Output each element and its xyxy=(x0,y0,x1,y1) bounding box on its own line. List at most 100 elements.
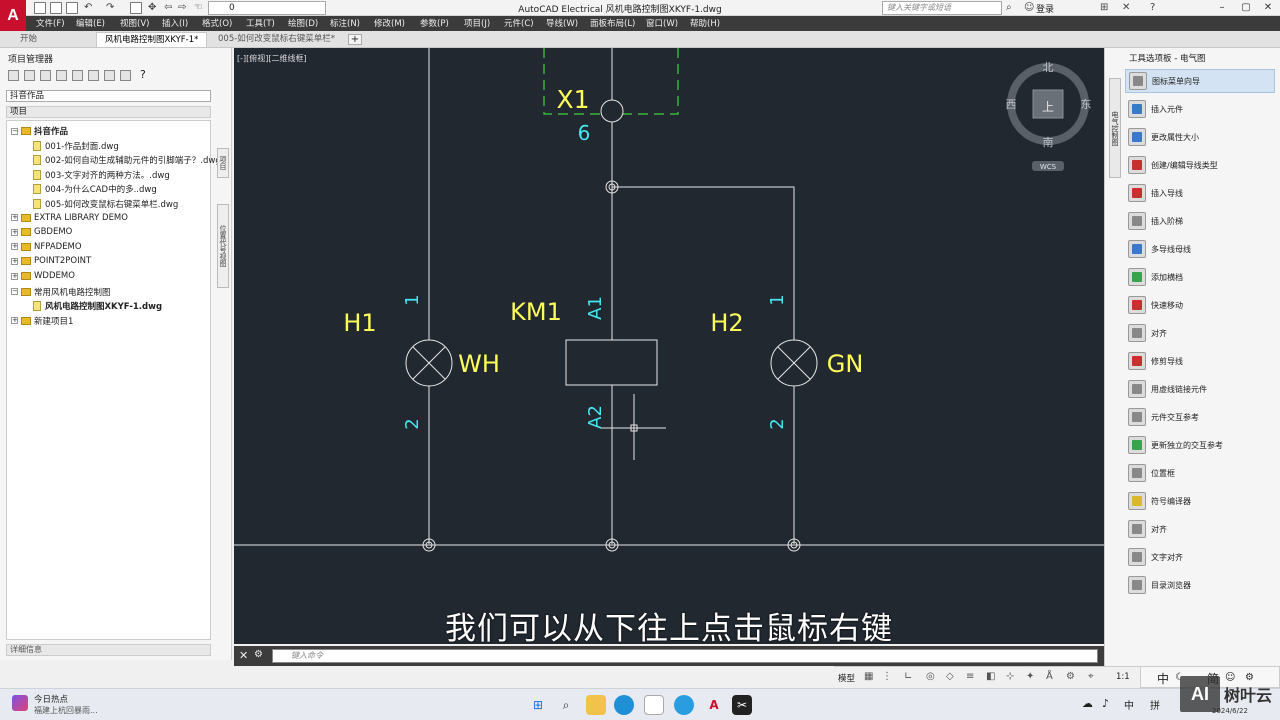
search-input[interactable]: 键入关键字或短语 xyxy=(882,1,1002,15)
palette-item[interactable]: 位置框 xyxy=(1125,461,1275,485)
schematic-drawing[interactable]: X1 6 H1 1 2 WH KM1 A1 A2 H2 1 2 GN 上 北 南… xyxy=(234,48,1104,644)
help-icon[interactable]: ? xyxy=(1150,2,1155,13)
print-icon[interactable] xyxy=(130,2,142,14)
selection-icon[interactable]: ⊹ xyxy=(1006,671,1014,682)
minimize-icon[interactable]: – xyxy=(1210,0,1234,16)
expand-icon[interactable]: + xyxy=(11,228,18,236)
new-file-icon[interactable] xyxy=(34,2,46,14)
palette-side-tab[interactable]: 电气控制图 xyxy=(1109,78,1121,178)
palette-item[interactable]: 符号编译器 xyxy=(1125,489,1275,513)
tray-ime[interactable]: 中 xyxy=(1124,697,1134,712)
project-select[interactable]: 抖音作品 xyxy=(6,90,211,102)
layer-dropdown[interactable]: 0 xyxy=(208,1,326,15)
capcut-icon[interactable]: ✂ xyxy=(732,695,752,715)
tree-item[interactable]: + POINT2POINT xyxy=(11,256,91,266)
news-subtitle[interactable]: 福建上杭回暴雨... xyxy=(34,705,98,716)
osnap-icon[interactable]: ◇ xyxy=(946,671,954,682)
edge-icon[interactable] xyxy=(614,695,634,715)
report-icon[interactable] xyxy=(104,70,115,81)
login-button[interactable]: 登录 xyxy=(1036,2,1054,15)
undo-icon[interactable]: ↶ xyxy=(84,2,92,13)
exchange-icon[interactable]: ✕ xyxy=(1122,2,1130,13)
side-tab-project[interactable]: 项目 xyxy=(217,148,229,178)
palette-item[interactable]: 目录浏览器 xyxy=(1125,573,1275,597)
hand-icon[interactable]: ☜ xyxy=(194,2,203,13)
model-tab[interactable]: 模型 xyxy=(838,672,855,684)
snap-icon[interactable]: ⋮ xyxy=(882,671,892,682)
cart-icon[interactable]: ⊞ xyxy=(1100,2,1108,13)
new-drawing-icon[interactable] xyxy=(40,70,51,81)
new-project-icon[interactable] xyxy=(24,70,35,81)
autocad-taskbar-icon[interactable]: A xyxy=(704,695,724,715)
menu-item-14[interactable]: 窗口(W) xyxy=(646,17,678,29)
annotation-scale-icon[interactable]: ⌖ xyxy=(1088,671,1094,682)
open-file-icon[interactable] xyxy=(50,2,62,14)
app-logo[interactable]: A xyxy=(0,0,26,32)
properties-icon[interactable] xyxy=(72,70,83,81)
palette-item[interactable]: 插入导线 xyxy=(1125,181,1275,205)
menu-item-15[interactable]: 帮助(H) xyxy=(690,17,720,29)
palette-item[interactable]: 用虚线链接元件 xyxy=(1125,377,1275,401)
menu-item-4[interactable]: 格式(O) xyxy=(202,17,232,29)
expand-icon[interactable]: + xyxy=(11,243,18,251)
palette-item[interactable]: 修剪导线 xyxy=(1125,349,1275,373)
palette-item[interactable]: 文字对齐 xyxy=(1125,545,1275,569)
palette-item[interactable]: 创建/编辑导线类型 xyxy=(1125,153,1275,177)
user-icon[interactable]: ☺ xyxy=(1024,2,1034,13)
save-icon[interactable] xyxy=(66,2,78,14)
palette-item[interactable]: 元件交互参考 xyxy=(1125,405,1275,429)
scale-dropdown[interactable]: 1:1 xyxy=(1116,672,1130,682)
palette-item[interactable]: 更改属性大小 xyxy=(1125,125,1275,149)
maximize-icon[interactable]: ▢ xyxy=(1234,0,1258,16)
polar-icon[interactable]: ◎ xyxy=(926,671,935,682)
tree-item[interactable]: + NFPADEMO xyxy=(11,242,82,252)
transparency-icon[interactable]: ◧ xyxy=(986,671,995,682)
volume-icon[interactable]: ♪ xyxy=(1102,697,1109,710)
tree-item[interactable]: 005-如何改变鼠标右键菜单栏.dwg xyxy=(33,198,178,210)
menu-item-8[interactable]: 修改(M) xyxy=(374,17,405,29)
tray-pinyin[interactable]: 拼 xyxy=(1150,697,1160,712)
menu-item-12[interactable]: 导线(W) xyxy=(546,17,578,29)
view-cube[interactable]: 上 北 南 西 东 WCS xyxy=(1006,61,1092,171)
tree-item[interactable]: + GBDEMO xyxy=(11,227,72,237)
side-tab-location-view[interactable]: 位置代号视图 xyxy=(217,204,229,288)
tree-item[interactable]: 风机电路控制图XKYF-1.dwg xyxy=(33,300,162,312)
palette-item[interactable]: 更新独立的交互参考 xyxy=(1125,433,1275,457)
collapse-icon[interactable]: − xyxy=(11,127,18,135)
tree-item[interactable]: − 常用风机电路控制图 xyxy=(11,286,111,298)
lineweight-icon[interactable]: ≡ xyxy=(966,671,974,682)
menu-item-11[interactable]: 元件(C) xyxy=(504,17,534,29)
wrench-icon[interactable]: ⚙ xyxy=(254,649,263,660)
details-bar[interactable]: 详细信息 xyxy=(6,644,211,656)
open-project-icon[interactable] xyxy=(8,70,19,81)
tree-item[interactable]: 004-为什么CAD中的多..dwg xyxy=(33,183,157,195)
plot-icon[interactable] xyxy=(120,70,131,81)
file-explorer-icon[interactable] xyxy=(586,695,606,715)
close-icon[interactable]: ✕ xyxy=(239,649,248,662)
back-icon[interactable]: ⇦ xyxy=(164,2,172,13)
redo-icon[interactable]: ↷ xyxy=(106,2,114,13)
collapse-icon[interactable]: − xyxy=(11,288,18,296)
tree-item[interactable]: + 新建项目1 xyxy=(11,315,73,327)
refresh-icon[interactable] xyxy=(56,70,67,81)
ortho-icon[interactable]: ∟ xyxy=(904,671,912,682)
news-icon[interactable] xyxy=(12,695,28,711)
expand-icon[interactable]: + xyxy=(11,257,18,265)
cloud-icon[interactable]: ☁ xyxy=(1082,697,1093,710)
expand-icon[interactable]: + xyxy=(11,214,18,222)
command-input[interactable]: 键入命令 xyxy=(272,649,1098,663)
palette-item[interactable]: 添加横档 xyxy=(1125,265,1275,289)
palette-item[interactable]: 多导线母线 xyxy=(1125,237,1275,261)
tree-item[interactable]: 003-文字对齐的两种方法。.dwg xyxy=(33,169,170,181)
tab-other-drawing[interactable]: 005-如何改变鼠标右键菜单栏* xyxy=(210,32,343,47)
update-icon[interactable] xyxy=(88,70,99,81)
palette-item[interactable]: 插入元件 xyxy=(1125,97,1275,121)
windows-start-icon[interactable]: ⊞ xyxy=(528,695,548,715)
menu-item-7[interactable]: 标注(N) xyxy=(330,17,360,29)
close-icon[interactable]: ✕ xyxy=(1256,0,1280,16)
menu-item-13[interactable]: 面板布局(L) xyxy=(590,17,635,29)
taskbar-search-icon[interactable]: ⌕ xyxy=(556,695,576,715)
forward-icon[interactable]: ⇨ xyxy=(178,2,186,13)
workspace-icon[interactable]: ⚙ xyxy=(1066,671,1075,682)
news-title[interactable]: 今日热点 xyxy=(34,693,68,705)
